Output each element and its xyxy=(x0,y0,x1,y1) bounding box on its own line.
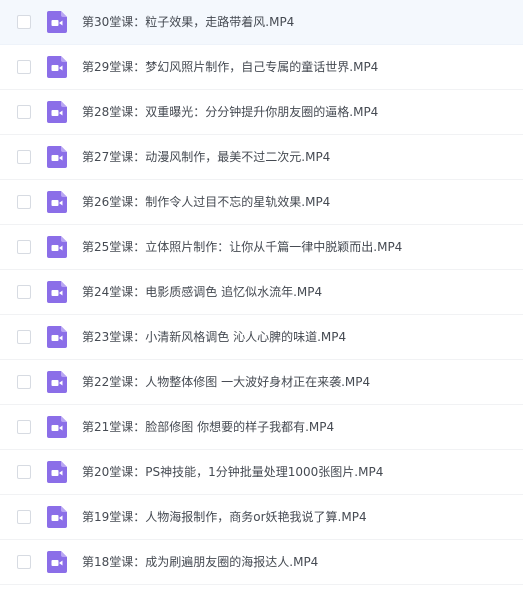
row-checkbox[interactable] xyxy=(17,15,31,29)
file-name[interactable]: 第26堂课：制作令人过目不忘的星轨效果.MP4 xyxy=(82,194,517,210)
file-row[interactable]: 第25堂课：立体照片制作：让你从千篇一律中脱颖而出.MP4 xyxy=(0,225,523,270)
row-checkbox[interactable] xyxy=(17,105,31,119)
row-checkbox[interactable] xyxy=(17,330,31,344)
file-row[interactable]: 第24堂课：电影质感调色 追忆似水流年.MP4 xyxy=(0,270,523,315)
file-row[interactable]: 第23堂课：小清新风格调色 沁人心脾的味道.MP4 xyxy=(0,315,523,360)
file-row[interactable]: 第21堂课：脸部修图 你想要的样子我都有.MP4 xyxy=(0,405,523,450)
row-checkbox[interactable] xyxy=(17,60,31,74)
video-file-icon xyxy=(47,416,67,438)
row-checkbox[interactable] xyxy=(17,240,31,254)
file-name[interactable]: 第18堂课：成为刷遍朋友圈的海报达人.MP4 xyxy=(82,554,517,570)
video-file-icon xyxy=(47,56,67,78)
file-name[interactable]: 第22堂课：人物整体修图 一大波好身材正在来袭.MP4 xyxy=(82,374,517,390)
file-row[interactable]: 第22堂课：人物整体修图 一大波好身材正在来袭.MP4 xyxy=(0,360,523,405)
file-row[interactable]: 第27堂课：动漫风制作，最美不过二次元.MP4 xyxy=(0,135,523,180)
video-file-icon xyxy=(47,461,67,483)
file-row[interactable]: 第19堂课：人物海报制作，商务or妖艳我说了算.MP4 xyxy=(0,495,523,540)
row-checkbox[interactable] xyxy=(17,285,31,299)
row-checkbox[interactable] xyxy=(17,420,31,434)
video-file-icon xyxy=(47,101,67,123)
file-row[interactable]: 第28堂课：双重曝光：分分钟提升你朋友圈的逼格.MP4 xyxy=(0,90,523,135)
file-row[interactable]: 第26堂课：制作令人过目不忘的星轨效果.MP4 xyxy=(0,180,523,225)
video-file-icon xyxy=(47,371,67,393)
file-row[interactable]: 第29堂课：梦幻风照片制作，自己专属的童话世界.MP4 xyxy=(0,45,523,90)
row-checkbox[interactable] xyxy=(17,375,31,389)
video-file-icon xyxy=(47,146,67,168)
row-checkbox[interactable] xyxy=(17,555,31,569)
video-file-icon xyxy=(47,326,67,348)
file-name[interactable]: 第30堂课：粒子效果，走路带着风.MP4 xyxy=(82,14,517,30)
video-file-icon xyxy=(47,191,67,213)
file-name[interactable]: 第25堂课：立体照片制作：让你从千篇一律中脱颖而出.MP4 xyxy=(82,239,517,255)
video-file-icon xyxy=(47,281,67,303)
file-row[interactable]: 第20堂课：PS神技能，1分钟批量处理1000张图片.MP4 xyxy=(0,450,523,495)
video-file-icon xyxy=(47,551,67,573)
file-row[interactable]: 第30堂课：粒子效果，走路带着风.MP4 xyxy=(0,0,523,45)
file-name[interactable]: 第21堂课：脸部修图 你想要的样子我都有.MP4 xyxy=(82,419,517,435)
row-checkbox[interactable] xyxy=(17,510,31,524)
row-checkbox[interactable] xyxy=(17,150,31,164)
file-name[interactable]: 第20堂课：PS神技能，1分钟批量处理1000张图片.MP4 xyxy=(82,464,517,480)
file-name[interactable]: 第29堂课：梦幻风照片制作，自己专属的童话世界.MP4 xyxy=(82,59,517,75)
file-name[interactable]: 第28堂课：双重曝光：分分钟提升你朋友圈的逼格.MP4 xyxy=(82,104,517,120)
video-file-icon xyxy=(47,11,67,33)
video-file-icon xyxy=(47,236,67,258)
file-row[interactable]: 第18堂课：成为刷遍朋友圈的海报达人.MP4 xyxy=(0,540,523,585)
row-checkbox[interactable] xyxy=(17,195,31,209)
file-list: 第30堂课：粒子效果，走路带着风.MP4 第29堂课：梦幻风照片制作，自己专属的… xyxy=(0,0,523,585)
file-name[interactable]: 第24堂课：电影质感调色 追忆似水流年.MP4 xyxy=(82,284,517,300)
file-name[interactable]: 第27堂课：动漫风制作，最美不过二次元.MP4 xyxy=(82,149,517,165)
row-checkbox[interactable] xyxy=(17,465,31,479)
video-file-icon xyxy=(47,506,67,528)
file-name[interactable]: 第19堂课：人物海报制作，商务or妖艳我说了算.MP4 xyxy=(82,509,517,525)
file-name[interactable]: 第23堂课：小清新风格调色 沁人心脾的味道.MP4 xyxy=(82,329,517,345)
